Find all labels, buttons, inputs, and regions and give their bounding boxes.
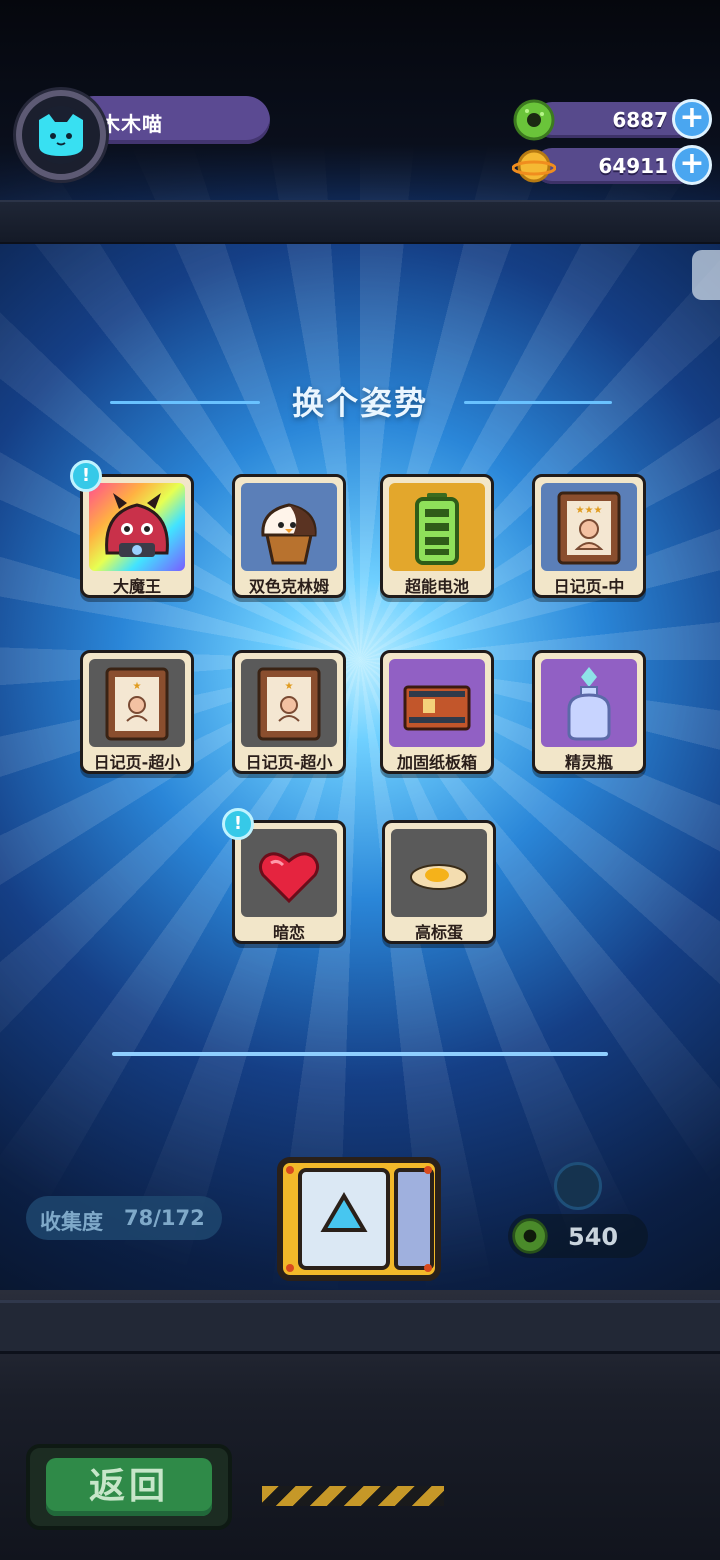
panel-title: 换个姿势 — [291, 384, 428, 422]
chest-cost: 540 — [508, 1214, 648, 1258]
item-thumb: ★ — [89, 659, 185, 747]
svg-text:★★★: ★★★ — [576, 505, 603, 516]
item-card[interactable]: ★ 日记页-超小 — [80, 650, 194, 774]
diary-page-icon: ★ — [105, 667, 169, 741]
item-card[interactable]: ★ 日记页-超小 — [232, 650, 346, 774]
item-thumb: ★★★ — [541, 483, 637, 571]
item-label: 高标蛋 — [414, 923, 463, 942]
diary-page-icon: ★ — [257, 667, 321, 741]
currency-planet-coin: 64911 + — [512, 144, 712, 188]
player-name: 木木喵 — [100, 112, 163, 136]
currency-value: 64911 — [598, 154, 668, 178]
item-label: 精灵瓶 — [564, 753, 613, 772]
avatar-frame — [32, 106, 90, 164]
item-label: 加固纸板箱 — [396, 753, 477, 772]
collection-progress: 收集度 78/172 — [26, 1196, 222, 1240]
item-card[interactable]: 超能电池 — [380, 474, 494, 598]
item-label: 双色克林姆 — [248, 577, 329, 596]
item-thumb — [241, 829, 337, 917]
donut-icon — [513, 99, 555, 141]
heart-gem-icon — [258, 852, 320, 904]
item-thumb — [541, 659, 637, 747]
level-indicator — [554, 1162, 602, 1210]
add-donut-button[interactable]: + — [672, 99, 712, 139]
chest-cost-value: 540 — [568, 1223, 619, 1251]
top-shelf — [0, 200, 720, 244]
item-label: 日记页-超小 — [245, 753, 333, 772]
hazard-stripe — [262, 1486, 444, 1506]
item-card[interactable]: 高标蛋 — [382, 820, 496, 944]
item-thumb: ★ — [241, 659, 337, 747]
side-share-tab[interactable] — [692, 250, 720, 300]
planet-coin-icon — [512, 149, 556, 183]
add-coin-button[interactable]: + — [672, 145, 712, 185]
currency-donut: 6887 + — [512, 98, 712, 142]
new-badge: ! — [70, 460, 102, 492]
item-label: 日记页-超小 — [93, 753, 181, 772]
panel-divider — [112, 1052, 608, 1056]
demon-king-icon — [105, 493, 169, 557]
item-card[interactable]: 大魔王 — [80, 474, 194, 598]
item-card[interactable]: 暗恋 — [232, 820, 346, 944]
item-thumb — [389, 659, 485, 747]
item-label: 日记页-中 — [553, 577, 625, 596]
diary-page-icon: ★★★ — [557, 491, 621, 565]
item-card[interactable]: 精灵瓶 — [532, 650, 646, 774]
cream-cupcake-icon — [261, 503, 317, 565]
item-label: 超能电池 — [404, 577, 469, 596]
back-button-label: 返回 — [46, 1458, 212, 1516]
new-badge: ! — [222, 808, 254, 840]
machine-rail — [0, 1300, 720, 1354]
back-button[interactable]: 返回 — [26, 1444, 232, 1530]
item-thumb — [89, 483, 185, 571]
spirit-bottle-icon — [567, 667, 611, 741]
treasure-chest-icon[interactable] — [276, 1156, 442, 1282]
item-card[interactable]: 加固纸板箱 — [380, 650, 494, 774]
item-label: 暗恋 — [272, 923, 305, 942]
avatar[interactable] — [16, 90, 106, 180]
fried-egg-icon — [410, 864, 468, 890]
item-thumb — [389, 483, 485, 571]
currency-value: 6887 — [612, 108, 668, 132]
cat-avatar-icon — [39, 114, 83, 156]
collection-value: 78/172 — [124, 1206, 205, 1230]
item-thumb — [241, 483, 337, 571]
item-card[interactable]: ★★★ 日记页-中 — [532, 474, 646, 598]
donut-icon — [512, 1218, 548, 1254]
cardboard-box-icon — [403, 685, 471, 731]
player-profile[interactable]: 木木喵 — [12, 90, 270, 180]
item-label: 大魔王 — [112, 577, 161, 596]
battery-icon — [415, 493, 459, 565]
collection-label: 收集度 — [40, 1210, 103, 1234]
svg-text:★: ★ — [133, 681, 142, 692]
item-thumb — [391, 829, 487, 917]
svg-text:★: ★ — [285, 681, 294, 692]
item-card[interactable]: 双色克林姆 — [232, 474, 346, 598]
